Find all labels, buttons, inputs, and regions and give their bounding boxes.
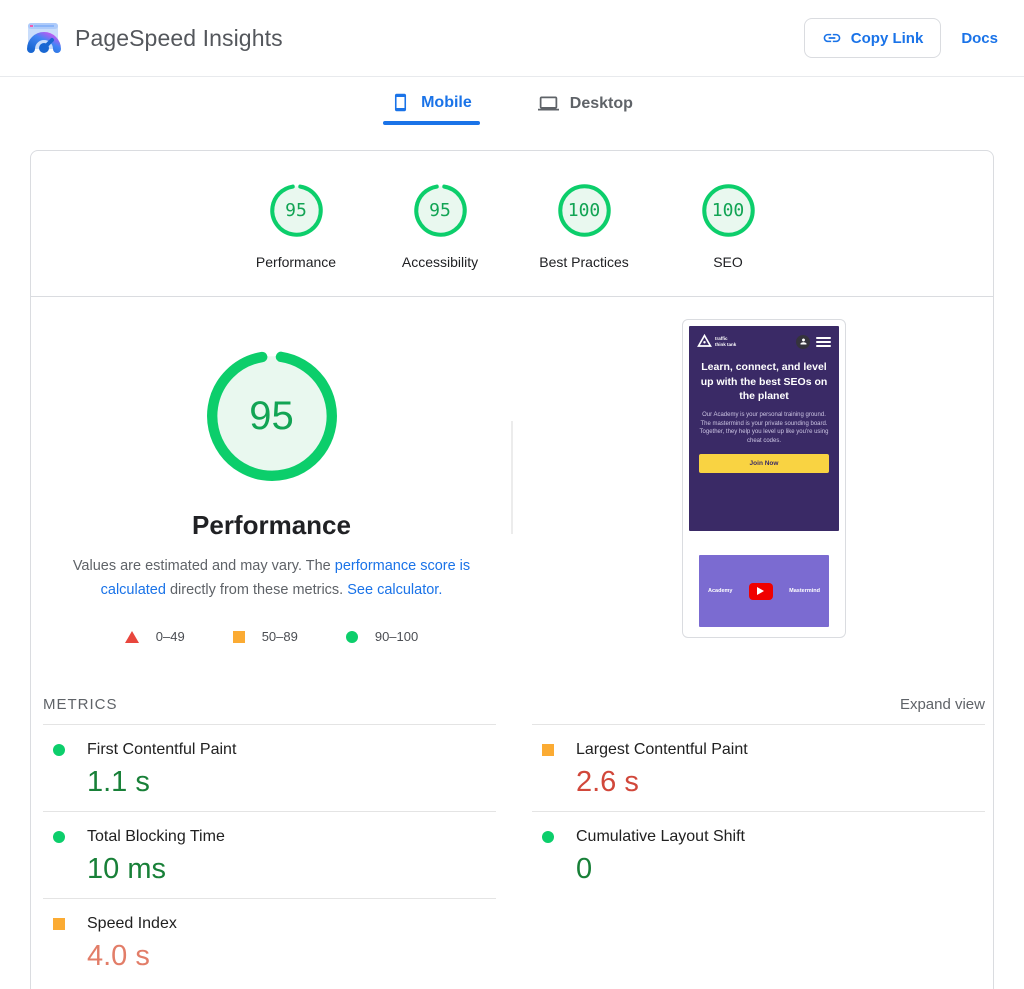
person-icon [796,335,810,349]
score-legend: 0–49 50–89 90–100 [31,629,512,644]
legend-range: 0–49 [156,629,185,644]
score-seo[interactable]: 100 SEO [656,182,800,296]
score-label: Accessibility [368,254,512,270]
tab-desktop-label: Desktop [570,95,633,113]
score-label: Best Practices [512,254,656,270]
metric-empty-cell [532,899,985,985]
see-calculator-link[interactable]: See calculator. [347,582,442,598]
legend-average: 50–89 [233,629,298,644]
metric-label: Cumulative Layout Shift [576,828,745,846]
metric-status-icon [542,744,554,756]
score-value: 100 [700,182,757,239]
thumbnail-hero: traffic think tank Learn, connect, and l… [689,326,839,531]
tab-mobile-label: Mobile [421,94,472,112]
thumbnail-brand: traffic think tank [697,334,736,349]
score-value: 95 [412,182,469,239]
metrics-header-right: Expand view [532,686,985,725]
pagespeed-logo-icon [24,19,62,57]
report-card: 95 Performance 95 Accessibility [30,150,994,989]
disclaimer-text: Values are estimated and may vary. The [73,558,335,574]
metrics-heading: METRICS [43,696,118,713]
pass-circle-icon [346,631,358,643]
thumbnail-video: Academy Mastermind [699,555,829,627]
metric-value: 1.1 s [87,766,496,798]
metric-status-icon [53,744,65,756]
link-icon [822,28,842,48]
tab-mobile[interactable]: Mobile [383,77,480,130]
score-label: Performance [224,254,368,270]
metric-first-contentful-paint: First Contentful Paint 1.1 s [43,725,496,812]
category-scores: 95 Performance 95 Accessibility [31,151,993,296]
brand[interactable]: PageSpeed Insights [24,19,283,57]
tab-desktop[interactable]: Desktop [530,77,641,132]
metric-label: Speed Index [87,915,177,933]
legend-range: 90–100 [375,629,418,644]
metrics-header: METRICS [43,686,496,725]
metric-largest-contentful-paint: Largest Contentful Paint 2.6 s [532,725,985,812]
disclaimer-text: directly from these metrics. [166,582,347,598]
legend-fail: 0–49 [125,629,185,644]
docs-link[interactable]: Docs [961,30,998,47]
thumbnail-body: Our Academy is your personal training gr… [697,411,831,446]
expand-view-link[interactable]: Expand view [900,696,985,713]
metrics-section: METRICS Expand view First Contentful Pai… [31,686,993,985]
pagespeed-insights-page: PageSpeed Insights Copy Link Docs Mobile… [0,0,1024,989]
copy-link-button[interactable]: Copy Link [804,18,942,58]
video-label-academy: Academy [708,588,732,594]
metric-label: Total Blocking Time [87,828,225,846]
youtube-play-icon [749,583,773,600]
traffic-think-tank-logo-icon [697,334,712,349]
mobile-icon [391,93,410,112]
metric-speed-index: Speed Index 4.0 s [43,899,496,985]
desktop-icon [538,93,559,114]
video-label-mastermind: Mastermind [789,588,820,594]
legend-pass: 90–100 [346,629,418,644]
device-tabs: Mobile Desktop [0,77,1024,139]
score-value: 95 [268,182,325,239]
main-performance-score: 95 [203,347,341,485]
fail-triangle-icon [125,631,139,643]
score-performance[interactable]: 95 Performance [224,182,368,296]
metric-status-icon [542,831,554,843]
metric-value: 10 ms [87,853,496,885]
metric-value: 0 [576,853,985,885]
page-screenshot-thumbnail: traffic think tank Learn, connect, and l… [682,319,846,638]
thumbnail-heading: Learn, connect, and level up with the be… [697,360,831,404]
metric-label: Largest Contentful Paint [576,741,748,759]
performance-heading: Performance [31,510,512,541]
performance-gauge-panel: 95 Performance Values are estimated and … [31,297,512,644]
header-actions: Copy Link Docs [804,18,998,58]
app-header: PageSpeed Insights Copy Link Docs [0,0,1024,77]
average-square-icon [233,631,245,643]
hamburger-menu-icon [816,337,831,347]
score-disclaimer: Values are estimated and may vary. The p… [54,554,490,602]
thumbnail-brand-line2: think tank [715,342,736,348]
score-accessibility[interactable]: 95 Accessibility [368,182,512,296]
metric-status-icon [53,831,65,843]
metric-status-icon [53,918,65,930]
score-value: 100 [556,182,613,239]
score-label: SEO [656,254,800,270]
thumbnail-caption: Traffic Think Tank is an accelerator for… [689,637,839,638]
join-now-button: Join Now [699,454,829,473]
score-best-practices[interactable]: 100 Best Practices [512,182,656,296]
metric-value: 4.0 s [87,940,496,972]
app-title: PageSpeed Insights [75,25,283,52]
vertical-divider [511,421,513,534]
metric-value: 2.6 s [576,766,985,798]
metric-total-blocking-time: Total Blocking Time 10 ms [43,812,496,899]
metric-cumulative-layout-shift: Cumulative Layout Shift 0 [532,812,985,899]
copy-link-label: Copy Link [851,30,924,47]
performance-summary: 95 Performance Values are estimated and … [31,297,993,686]
metric-label: First Contentful Paint [87,741,236,759]
legend-range: 50–89 [262,629,298,644]
